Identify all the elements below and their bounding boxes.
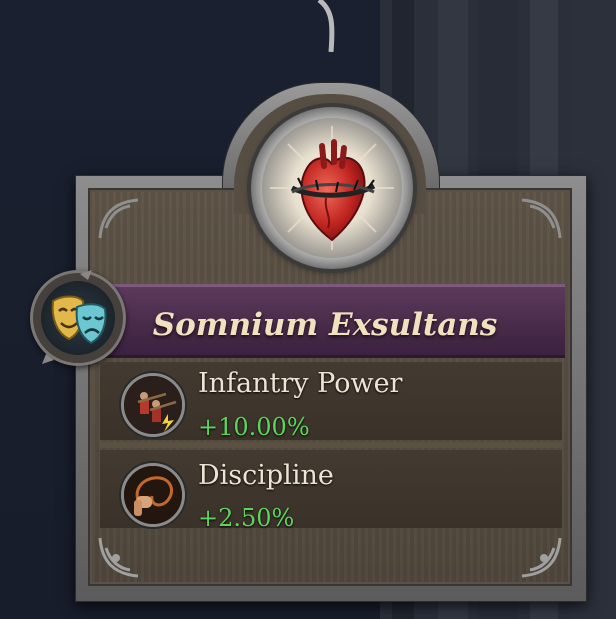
whip-icon (121, 463, 185, 527)
effect-label: Discipline (198, 460, 334, 491)
row-divider (100, 442, 562, 448)
corner-ornament-bottom-right (521, 537, 562, 578)
corner-ornament-bottom-left (98, 537, 139, 578)
infantry-musketeers-icon (121, 373, 185, 437)
modifier-title: Somnium Exsultans (152, 307, 498, 343)
thorn-crowned-heart-icon[interactable] (262, 118, 402, 258)
effect-value: +2.50% (198, 504, 295, 532)
rotate-arrow-icon (80, 270, 92, 280)
effect-label: Infantry Power (198, 368, 403, 399)
corner-ornament-top-right (521, 198, 562, 239)
corner-ornament-top-left (98, 198, 139, 239)
effect-value: +10.00% (198, 413, 310, 441)
hanging-hook (317, 0, 335, 52)
rotate-arrow-icon (42, 354, 54, 364)
theater-masks-icon[interactable] (41, 281, 115, 355)
